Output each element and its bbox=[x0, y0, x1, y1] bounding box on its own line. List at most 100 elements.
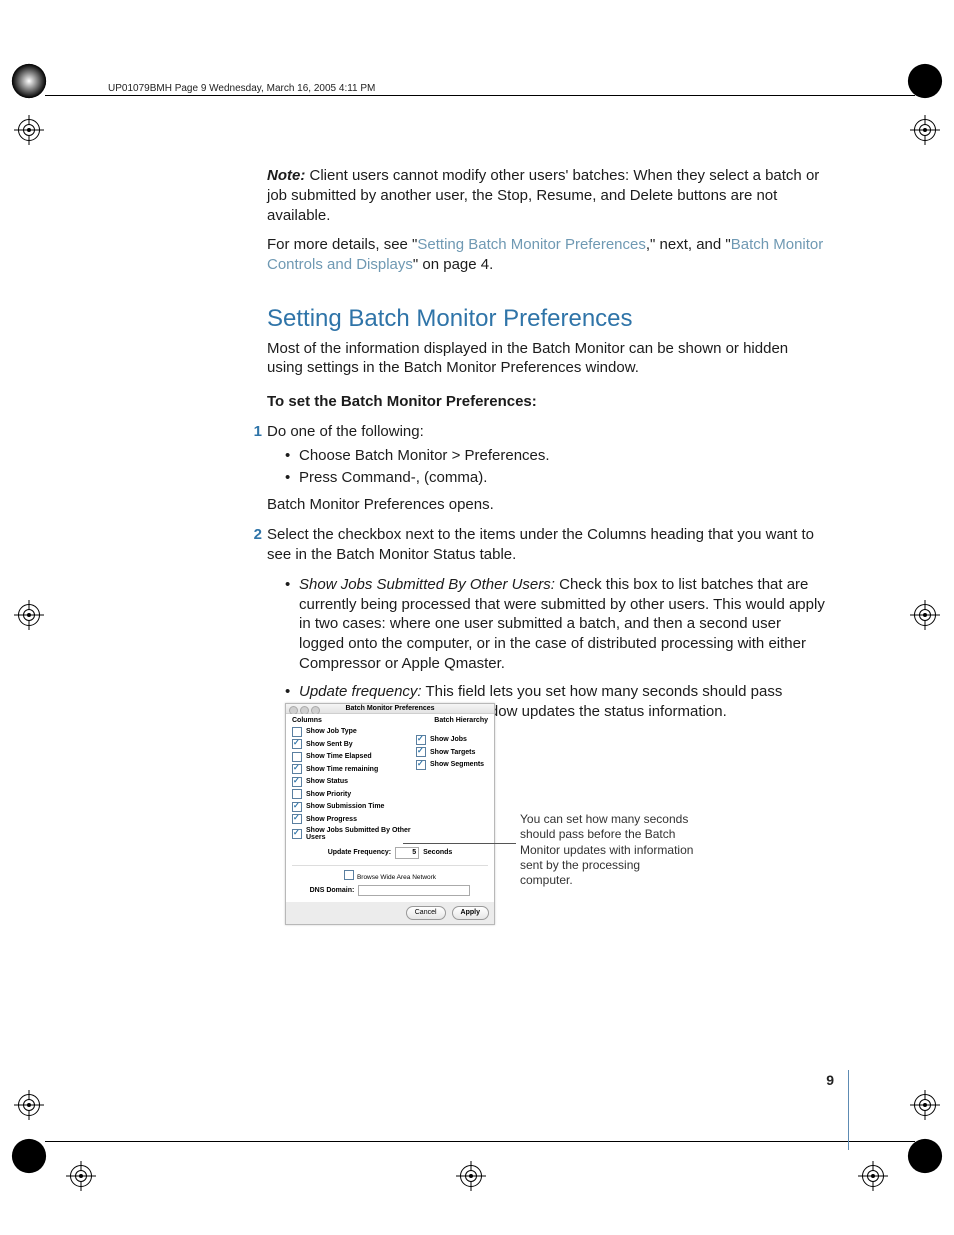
column-headers: Columns Batch Hierarchy bbox=[292, 717, 488, 724]
dns-input[interactable] bbox=[358, 885, 470, 896]
update-frequency-row: Update Frequency: 5 Seconds bbox=[292, 847, 488, 859]
checkbox[interactable] bbox=[292, 752, 302, 762]
checkbox-label: Show Jobs Submitted By Other Users bbox=[306, 827, 422, 841]
checkbox-row: Show Time remaining bbox=[292, 764, 422, 774]
dns-label: DNS Domain: bbox=[310, 887, 355, 894]
page-number: 9 bbox=[826, 1072, 834, 1088]
checkbox-row: Show Progress bbox=[292, 814, 422, 824]
xref-paragraph: For more details, see "Setting Batch Mon… bbox=[267, 235, 827, 275]
register-fan-icon bbox=[906, 62, 944, 100]
preferences-dialog-figure: Batch Monitor Preferences Columns Batch … bbox=[285, 703, 495, 925]
checkbox-label: Show Time Elapsed bbox=[306, 753, 372, 760]
option-label: Show Jobs Submitted By Other Users: bbox=[299, 576, 555, 593]
note-paragraph: Note: Client users cannot modify other u… bbox=[267, 166, 827, 225]
crosshair-icon bbox=[14, 115, 44, 145]
body-text: Note: Client users cannot modify other u… bbox=[267, 166, 827, 729]
page-rule bbox=[848, 1070, 849, 1150]
freq-unit: Seconds bbox=[423, 849, 452, 856]
checkbox[interactable] bbox=[292, 777, 302, 787]
checkbox-row: Show Submission Time bbox=[292, 802, 422, 812]
crosshair-icon bbox=[910, 600, 940, 630]
crosshair-icon bbox=[66, 1161, 96, 1191]
crosshair-icon bbox=[14, 1090, 44, 1120]
step-number: 1 bbox=[248, 422, 262, 442]
checkbox[interactable] bbox=[292, 764, 302, 774]
bullet: Choose Batch Monitor > Preferences. bbox=[299, 446, 827, 466]
checkbox-label: Show Status bbox=[306, 778, 348, 785]
checkbox[interactable] bbox=[292, 789, 302, 799]
freq-label: Update Frequency: bbox=[328, 849, 391, 856]
dialog-title: Batch Monitor Preferences bbox=[345, 705, 434, 712]
register-fan-icon bbox=[906, 1137, 944, 1175]
note-body: Client users cannot modify other users' … bbox=[267, 167, 819, 224]
bullet: Show Jobs Submitted By Other Users: Chec… bbox=[299, 575, 827, 674]
step-2: 2 Select the checkbox next to the items … bbox=[267, 525, 827, 721]
dns-row: DNS Domain: bbox=[292, 885, 488, 896]
crosshair-icon bbox=[14, 600, 44, 630]
xref-link-preferences[interactable]: Setting Batch Monitor Preferences bbox=[417, 236, 645, 253]
checkbox[interactable] bbox=[292, 814, 302, 824]
option-label: Update frequency: bbox=[299, 683, 422, 700]
bullet: Press Command-, (comma). bbox=[299, 468, 827, 488]
step-1: 1 Do one of the following: Choose Batch … bbox=[267, 422, 827, 515]
running-header: UP01079BMH Page 9 Wednesday, March 16, 2… bbox=[108, 83, 375, 94]
checkbox-label: Show Progress bbox=[306, 816, 357, 823]
checkbox-row: Show Segments bbox=[416, 760, 486, 770]
checkbox[interactable] bbox=[292, 727, 302, 737]
checkbox-label: Show Priority bbox=[306, 791, 351, 798]
wan-checkbox[interactable] bbox=[344, 870, 354, 880]
note-label: Note: bbox=[267, 167, 305, 184]
checkbox-row: Show Job Type bbox=[292, 727, 422, 737]
checkbox[interactable] bbox=[292, 802, 302, 812]
crosshair-icon bbox=[858, 1161, 888, 1191]
dialog-titlebar: Batch Monitor Preferences bbox=[286, 704, 494, 714]
checkbox[interactable] bbox=[416, 747, 426, 757]
crosshair-icon bbox=[910, 1090, 940, 1120]
checkbox[interactable] bbox=[292, 739, 302, 749]
cancel-button[interactable]: Cancel bbox=[406, 906, 446, 920]
checkbox[interactable] bbox=[416, 735, 426, 745]
checkbox-label: Show Jobs bbox=[430, 736, 467, 743]
checkbox-row: Show Priority bbox=[292, 789, 422, 799]
wan-row: Browse Wide Area Network bbox=[292, 865, 488, 881]
apply-button[interactable]: Apply bbox=[452, 906, 489, 920]
register-fan-icon bbox=[10, 62, 48, 100]
crop-line-top bbox=[45, 95, 915, 96]
checkbox-label: Show Sent By bbox=[306, 741, 353, 748]
checkbox-label: Show Submission Time bbox=[306, 803, 384, 810]
checkbox-row: Show Jobs Submitted By Other Users bbox=[292, 827, 422, 841]
step-text: Select the checkbox next to the items un… bbox=[267, 526, 814, 563]
page: UP01079BMH Page 9 Wednesday, March 16, 2… bbox=[0, 0, 954, 1235]
procedure-heading: To set the Batch Monitor Preferences: bbox=[267, 392, 827, 412]
checkbox-label: Show Time remaining bbox=[306, 766, 378, 773]
freq-input[interactable]: 5 bbox=[395, 847, 419, 859]
checkbox-row: Show Jobs bbox=[416, 735, 486, 745]
checkbox-label: Show Job Type bbox=[306, 728, 357, 735]
step-number: 2 bbox=[248, 525, 262, 545]
checkbox-row: Show Status bbox=[292, 777, 422, 787]
columns-heading: Columns bbox=[292, 717, 322, 724]
wan-label: Browse Wide Area Network bbox=[357, 874, 436, 881]
checkbox[interactable] bbox=[416, 760, 426, 770]
hierarchy-heading: Batch Hierarchy bbox=[434, 717, 488, 724]
checkbox[interactable] bbox=[292, 829, 302, 839]
text: For more details, see " bbox=[267, 236, 417, 253]
checkbox-label: Show Segments bbox=[430, 761, 484, 768]
text: ," next, and " bbox=[646, 236, 731, 253]
register-fan-icon bbox=[10, 1137, 48, 1175]
step-text: Do one of the following: bbox=[267, 423, 424, 440]
section-heading: Setting Batch Monitor Preferences bbox=[267, 303, 827, 335]
dialog-buttons: Cancel Apply bbox=[286, 902, 494, 924]
callout-line bbox=[403, 843, 516, 844]
dialog-body: Columns Batch Hierarchy Show Job TypeSho… bbox=[286, 714, 494, 902]
crosshair-icon bbox=[456, 1161, 486, 1191]
figure-annotation: You can set how many seconds should pass… bbox=[520, 812, 695, 889]
checkbox-label: Show Targets bbox=[430, 749, 475, 756]
crop-line-bottom bbox=[45, 1141, 915, 1142]
columns-list: Show Job Type Show Sent By Show Time Elaps… bbox=[292, 727, 422, 841]
checkbox-row: Show Sent By bbox=[292, 739, 422, 749]
step-result: Batch Monitor Preferences opens. bbox=[267, 495, 827, 515]
text: " on page 4. bbox=[413, 256, 493, 273]
checkbox-row: Show Time Elapsed bbox=[292, 752, 422, 762]
crosshair-icon bbox=[910, 115, 940, 145]
